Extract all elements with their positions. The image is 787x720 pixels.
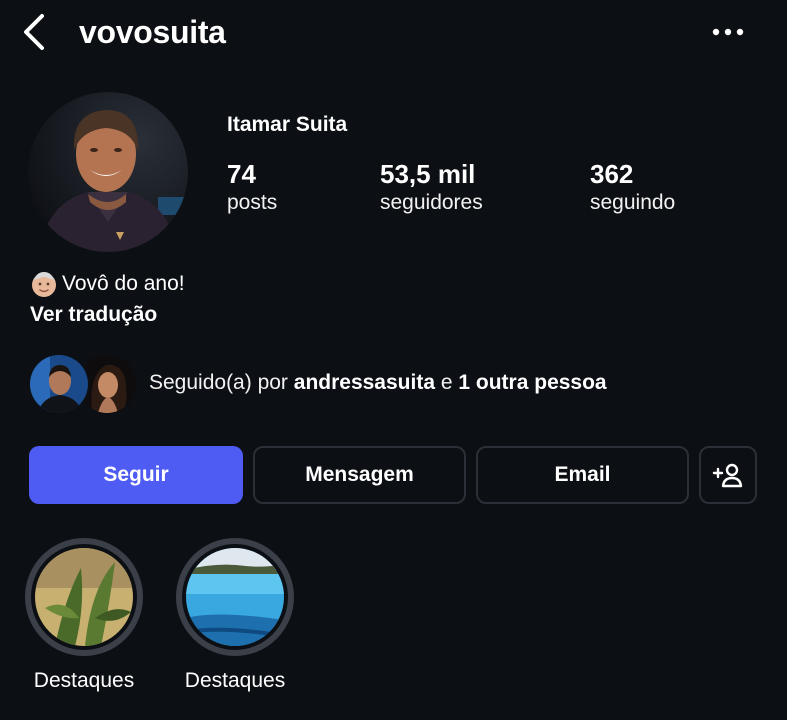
followed-by-connector: e xyxy=(440,371,453,394)
followed-by-others: 1 outra pessoa xyxy=(458,371,607,394)
profile-photo xyxy=(28,92,188,252)
highlight-label: Destaques xyxy=(184,669,286,692)
suggest-users-button[interactable] xyxy=(699,446,757,504)
profile-bio: Vovô do ano! xyxy=(30,270,185,298)
followers-stat[interactable]: 53,5 mil seguidores xyxy=(380,158,483,216)
profile-display-name: Itamar Suita xyxy=(227,113,348,136)
chevron-left-icon xyxy=(24,14,44,50)
following-count: 362 xyxy=(590,159,634,189)
followers-label: seguidores xyxy=(380,191,483,214)
followed-by-prefix: Seguido(a) por xyxy=(149,371,288,394)
followed-by-user: andressasuita xyxy=(293,371,436,394)
following-label: seguindo xyxy=(590,191,676,214)
profile-username: vovosuita xyxy=(79,14,226,50)
more-horizontal-icon xyxy=(712,28,744,36)
back-button[interactable] xyxy=(18,12,54,52)
posts-label: posts xyxy=(227,191,278,214)
highlight-label: Destaques xyxy=(33,669,135,692)
posts-stat[interactable]: 74 posts xyxy=(227,158,277,216)
more-options-button[interactable] xyxy=(708,18,750,46)
profile-avatar[interactable] xyxy=(28,92,188,252)
followers-count: 53,5 mil xyxy=(380,159,476,189)
mutual-follower-avatar xyxy=(28,353,90,415)
older-person-emoji-icon xyxy=(32,272,56,297)
highlight-cover xyxy=(35,548,133,646)
following-stat[interactable]: 362 seguindo xyxy=(590,158,675,216)
followed-by-text[interactable]: Seguido(a) por andressasuita e 1 outra p… xyxy=(149,369,607,397)
highlight-ring xyxy=(176,538,294,656)
profile-screen: vovosuita Itamar Suita 74 posts 53,5 mil… xyxy=(0,0,787,720)
highlight-ring xyxy=(25,538,143,656)
story-highlight[interactable]: Destaques xyxy=(175,538,295,694)
message-button[interactable]: Mensagem xyxy=(253,446,466,504)
translate-link[interactable]: Ver tradução xyxy=(30,301,157,329)
mutual-followers-avatars[interactable] xyxy=(28,353,138,415)
bio-text: Vovô do ano! xyxy=(62,272,185,295)
follow-button[interactable]: Seguir xyxy=(29,446,243,504)
email-button[interactable]: Email xyxy=(476,446,689,504)
add-user-icon xyxy=(712,463,743,488)
story-highlight[interactable]: Destaques xyxy=(24,538,144,694)
highlight-cover xyxy=(186,548,284,646)
posts-count: 74 xyxy=(227,159,256,189)
